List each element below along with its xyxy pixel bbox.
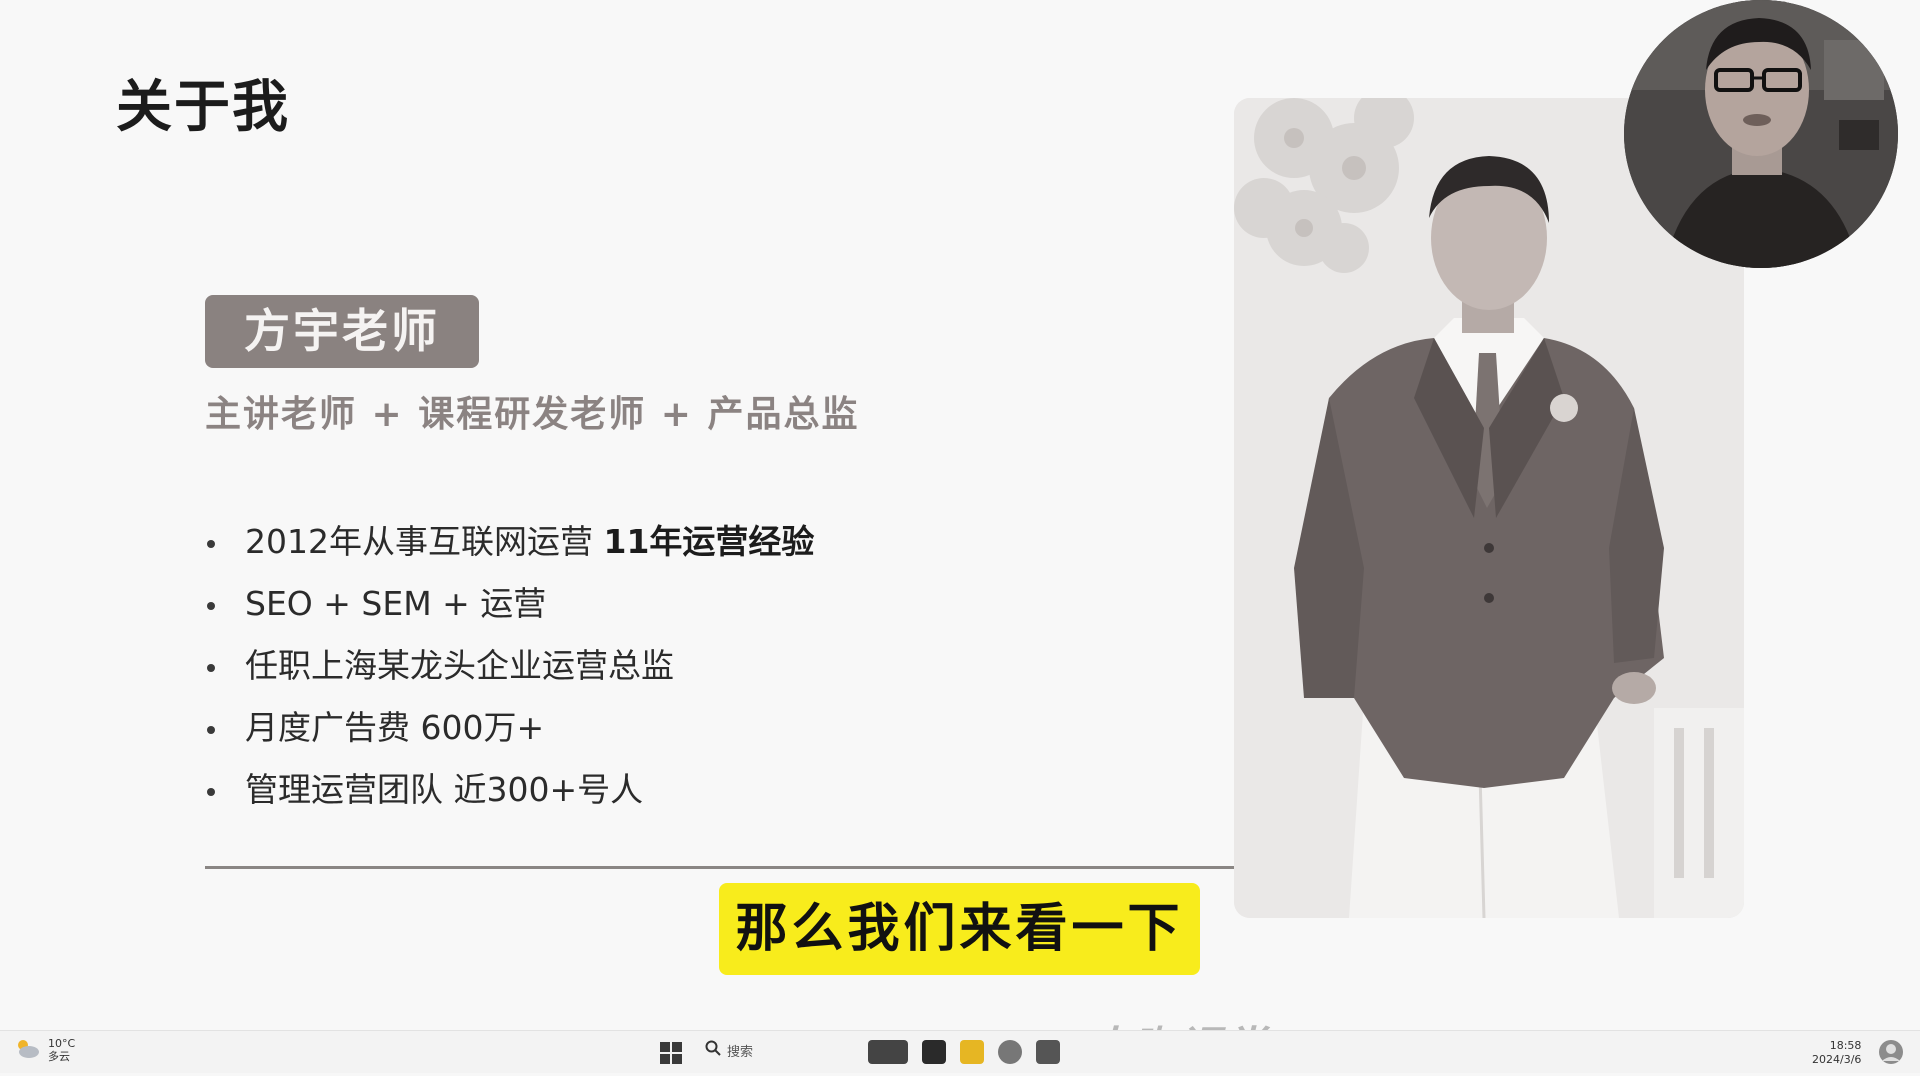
presentation-slide: 关于我 方宇老师 主讲老师 + 课程研发老师 + 产品总监 2012年从事互联网… — [0, 0, 1920, 1030]
windows-start-icon[interactable] — [660, 1042, 682, 1068]
windows-taskbar: 10°C 多云 搜索 18:58 2024/3/6 — [0, 1030, 1920, 1073]
bullet-item: 月度广告费 600万+ — [205, 702, 814, 764]
weather-temp: 10°C — [48, 1037, 76, 1050]
weather-widget[interactable]: 10°C 多云 — [14, 1037, 75, 1063]
chrome-icon[interactable] — [998, 1040, 1022, 1064]
notepad-icon[interactable] — [1036, 1040, 1060, 1064]
search-icon — [705, 1040, 721, 1060]
subtitle-caption: 那么我们来看一下 — [719, 883, 1200, 975]
taskbar-search[interactable]: 搜索 — [705, 1040, 753, 1060]
user-avatar-icon[interactable] — [1878, 1039, 1904, 1069]
role-subtitle: 主讲老师 + 课程研发老师 + 产品总监 — [205, 394, 860, 435]
bullet-item: SEO + SEM + 运营 — [205, 578, 814, 640]
slide-title: 关于我 — [116, 75, 290, 140]
weather-cloud-icon — [14, 1037, 40, 1063]
clock-date: 2024/3/6 — [1812, 1053, 1862, 1066]
webcam-presenter — [1624, 0, 1898, 268]
webcam-overlay — [1624, 0, 1898, 268]
browser-icon[interactable] — [868, 1040, 908, 1064]
app-icon[interactable] — [922, 1040, 946, 1064]
search-label: 搜索 — [727, 1044, 754, 1060]
weather-desc: 多云 — [48, 1050, 70, 1063]
pinned-apps — [868, 1040, 1060, 1064]
bullet-list: 2012年从事互联网运营 11年运营经验 SEO + SEM + 运营 任职上海… — [205, 516, 814, 826]
name-badge: 方宇老师 — [205, 295, 479, 368]
bullet-item: 管理运营团队 近300+号人 — [205, 764, 814, 826]
clock-time: 18:58 — [1829, 1039, 1862, 1052]
bullet-item: 2012年从事互联网运营 11年运营经验 — [205, 516, 814, 578]
system-clock[interactable]: 18:58 2024/3/6 — [1812, 1039, 1861, 1067]
bullet-item: 任职上海某龙头企业运营总监 — [205, 640, 814, 702]
folder-icon[interactable] — [960, 1040, 984, 1064]
